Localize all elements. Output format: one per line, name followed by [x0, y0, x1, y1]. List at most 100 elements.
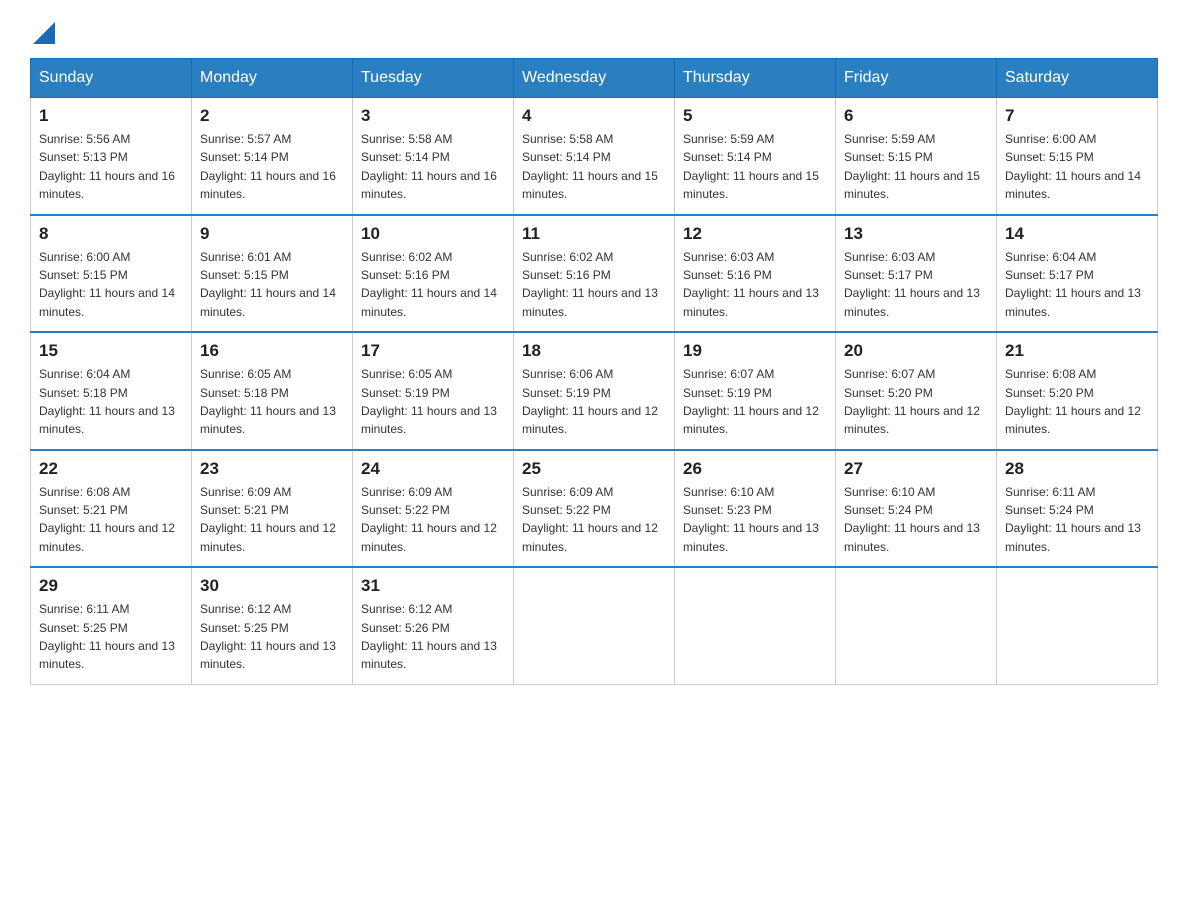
- calendar-cell: 19 Sunrise: 6:07 AMSunset: 5:19 PMDaylig…: [675, 332, 836, 450]
- calendar-cell: 24 Sunrise: 6:09 AMSunset: 5:22 PMDaylig…: [353, 450, 514, 568]
- day-info: Sunrise: 6:00 AMSunset: 5:15 PMDaylight:…: [39, 250, 175, 319]
- calendar-cell: 18 Sunrise: 6:06 AMSunset: 5:19 PMDaylig…: [514, 332, 675, 450]
- calendar-cell: 26 Sunrise: 6:10 AMSunset: 5:23 PMDaylig…: [675, 450, 836, 568]
- day-number: 18: [522, 341, 666, 361]
- day-info: Sunrise: 6:08 AMSunset: 5:21 PMDaylight:…: [39, 485, 175, 554]
- day-number: 13: [844, 224, 988, 244]
- calendar-cell: 10 Sunrise: 6:02 AMSunset: 5:16 PMDaylig…: [353, 215, 514, 333]
- calendar-week-row: 1 Sunrise: 5:56 AMSunset: 5:13 PMDayligh…: [31, 98, 1158, 215]
- day-number: 23: [200, 459, 344, 479]
- calendar-cell: [675, 567, 836, 684]
- day-info: Sunrise: 6:02 AMSunset: 5:16 PMDaylight:…: [522, 250, 658, 319]
- day-info: Sunrise: 5:59 AMSunset: 5:14 PMDaylight:…: [683, 132, 819, 201]
- day-number: 6: [844, 106, 988, 126]
- calendar-cell: 31 Sunrise: 6:12 AMSunset: 5:26 PMDaylig…: [353, 567, 514, 684]
- calendar-week-row: 15 Sunrise: 6:04 AMSunset: 5:18 PMDaylig…: [31, 332, 1158, 450]
- calendar-cell: 23 Sunrise: 6:09 AMSunset: 5:21 PMDaylig…: [192, 450, 353, 568]
- day-number: 21: [1005, 341, 1149, 361]
- day-number: 8: [39, 224, 183, 244]
- day-number: 24: [361, 459, 505, 479]
- day-number: 20: [844, 341, 988, 361]
- calendar-week-row: 8 Sunrise: 6:00 AMSunset: 5:15 PMDayligh…: [31, 215, 1158, 333]
- day-info: Sunrise: 5:58 AMSunset: 5:14 PMDaylight:…: [522, 132, 658, 201]
- day-info: Sunrise: 6:09 AMSunset: 5:22 PMDaylight:…: [361, 485, 497, 554]
- day-number: 11: [522, 224, 666, 244]
- calendar-cell: 29 Sunrise: 6:11 AMSunset: 5:25 PMDaylig…: [31, 567, 192, 684]
- calendar-cell: 22 Sunrise: 6:08 AMSunset: 5:21 PMDaylig…: [31, 450, 192, 568]
- day-number: 14: [1005, 224, 1149, 244]
- day-number: 28: [1005, 459, 1149, 479]
- day-info: Sunrise: 6:05 AMSunset: 5:19 PMDaylight:…: [361, 367, 497, 436]
- day-number: 1: [39, 106, 183, 126]
- calendar-cell: 21 Sunrise: 6:08 AMSunset: 5:20 PMDaylig…: [997, 332, 1158, 450]
- day-number: 17: [361, 341, 505, 361]
- calendar-cell: 30 Sunrise: 6:12 AMSunset: 5:25 PMDaylig…: [192, 567, 353, 684]
- day-number: 9: [200, 224, 344, 244]
- day-number: 15: [39, 341, 183, 361]
- logo-triangle-icon: [33, 22, 55, 44]
- day-info: Sunrise: 6:12 AMSunset: 5:26 PMDaylight:…: [361, 602, 497, 671]
- day-info: Sunrise: 6:07 AMSunset: 5:19 PMDaylight:…: [683, 367, 819, 436]
- day-number: 30: [200, 576, 344, 596]
- calendar-cell: 2 Sunrise: 5:57 AMSunset: 5:14 PMDayligh…: [192, 98, 353, 215]
- day-info: Sunrise: 6:11 AMSunset: 5:25 PMDaylight:…: [39, 602, 175, 671]
- logo: [30, 20, 55, 40]
- calendar-table: SundayMondayTuesdayWednesdayThursdayFrid…: [30, 58, 1158, 685]
- calendar-cell: 15 Sunrise: 6:04 AMSunset: 5:18 PMDaylig…: [31, 332, 192, 450]
- day-info: Sunrise: 6:12 AMSunset: 5:25 PMDaylight:…: [200, 602, 336, 671]
- calendar-cell: [514, 567, 675, 684]
- calendar-cell: 27 Sunrise: 6:10 AMSunset: 5:24 PMDaylig…: [836, 450, 997, 568]
- calendar-header-friday: Friday: [836, 59, 997, 98]
- calendar-cell: 14 Sunrise: 6:04 AMSunset: 5:17 PMDaylig…: [997, 215, 1158, 333]
- calendar-header-sunday: Sunday: [31, 59, 192, 98]
- calendar-header-tuesday: Tuesday: [353, 59, 514, 98]
- calendar-cell: 3 Sunrise: 5:58 AMSunset: 5:14 PMDayligh…: [353, 98, 514, 215]
- calendar-cell: 1 Sunrise: 5:56 AMSunset: 5:13 PMDayligh…: [31, 98, 192, 215]
- day-info: Sunrise: 5:56 AMSunset: 5:13 PMDaylight:…: [39, 132, 175, 201]
- day-number: 7: [1005, 106, 1149, 126]
- calendar-cell: 4 Sunrise: 5:58 AMSunset: 5:14 PMDayligh…: [514, 98, 675, 215]
- calendar-cell: 20 Sunrise: 6:07 AMSunset: 5:20 PMDaylig…: [836, 332, 997, 450]
- day-info: Sunrise: 5:57 AMSunset: 5:14 PMDaylight:…: [200, 132, 336, 201]
- calendar-cell: 13 Sunrise: 6:03 AMSunset: 5:17 PMDaylig…: [836, 215, 997, 333]
- day-number: 26: [683, 459, 827, 479]
- day-info: Sunrise: 6:09 AMSunset: 5:22 PMDaylight:…: [522, 485, 658, 554]
- day-info: Sunrise: 6:03 AMSunset: 5:17 PMDaylight:…: [844, 250, 980, 319]
- day-info: Sunrise: 6:05 AMSunset: 5:18 PMDaylight:…: [200, 367, 336, 436]
- calendar-cell: 16 Sunrise: 6:05 AMSunset: 5:18 PMDaylig…: [192, 332, 353, 450]
- calendar-cell: 11 Sunrise: 6:02 AMSunset: 5:16 PMDaylig…: [514, 215, 675, 333]
- calendar-cell: [836, 567, 997, 684]
- day-number: 4: [522, 106, 666, 126]
- day-number: 29: [39, 576, 183, 596]
- calendar-cell: 9 Sunrise: 6:01 AMSunset: 5:15 PMDayligh…: [192, 215, 353, 333]
- day-info: Sunrise: 6:07 AMSunset: 5:20 PMDaylight:…: [844, 367, 980, 436]
- day-number: 25: [522, 459, 666, 479]
- day-info: Sunrise: 6:08 AMSunset: 5:20 PMDaylight:…: [1005, 367, 1141, 436]
- calendar-header-row: SundayMondayTuesdayWednesdayThursdayFrid…: [31, 59, 1158, 98]
- calendar-cell: 25 Sunrise: 6:09 AMSunset: 5:22 PMDaylig…: [514, 450, 675, 568]
- day-number: 31: [361, 576, 505, 596]
- page-header: [30, 20, 1158, 40]
- calendar-cell: 5 Sunrise: 5:59 AMSunset: 5:14 PMDayligh…: [675, 98, 836, 215]
- calendar-cell: [997, 567, 1158, 684]
- day-info: Sunrise: 6:10 AMSunset: 5:23 PMDaylight:…: [683, 485, 819, 554]
- day-number: 5: [683, 106, 827, 126]
- calendar-cell: 17 Sunrise: 6:05 AMSunset: 5:19 PMDaylig…: [353, 332, 514, 450]
- calendar-cell: 8 Sunrise: 6:00 AMSunset: 5:15 PMDayligh…: [31, 215, 192, 333]
- calendar-header-monday: Monday: [192, 59, 353, 98]
- calendar-header-saturday: Saturday: [997, 59, 1158, 98]
- day-info: Sunrise: 5:59 AMSunset: 5:15 PMDaylight:…: [844, 132, 980, 201]
- day-info: Sunrise: 6:01 AMSunset: 5:15 PMDaylight:…: [200, 250, 336, 319]
- calendar-header-thursday: Thursday: [675, 59, 836, 98]
- day-number: 19: [683, 341, 827, 361]
- calendar-cell: 7 Sunrise: 6:00 AMSunset: 5:15 PMDayligh…: [997, 98, 1158, 215]
- day-info: Sunrise: 6:11 AMSunset: 5:24 PMDaylight:…: [1005, 485, 1141, 554]
- calendar-week-row: 22 Sunrise: 6:08 AMSunset: 5:21 PMDaylig…: [31, 450, 1158, 568]
- calendar-week-row: 29 Sunrise: 6:11 AMSunset: 5:25 PMDaylig…: [31, 567, 1158, 684]
- day-info: Sunrise: 6:09 AMSunset: 5:21 PMDaylight:…: [200, 485, 336, 554]
- day-info: Sunrise: 6:02 AMSunset: 5:16 PMDaylight:…: [361, 250, 497, 319]
- calendar-cell: 12 Sunrise: 6:03 AMSunset: 5:16 PMDaylig…: [675, 215, 836, 333]
- day-info: Sunrise: 6:03 AMSunset: 5:16 PMDaylight:…: [683, 250, 819, 319]
- day-number: 2: [200, 106, 344, 126]
- calendar-header-wednesday: Wednesday: [514, 59, 675, 98]
